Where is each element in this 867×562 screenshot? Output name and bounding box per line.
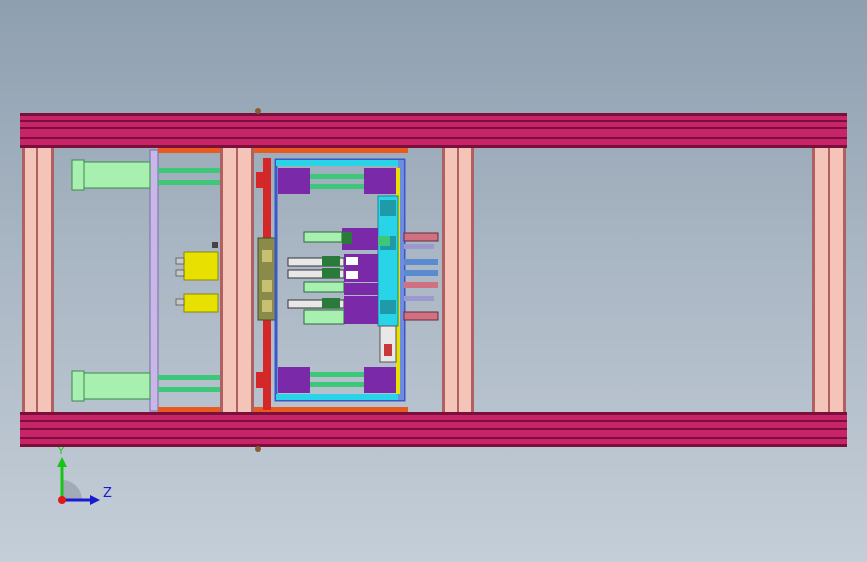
y-axis-arrow-icon [57,457,67,467]
z-axis-arrow-icon [90,495,100,505]
cad-viewport[interactable]: Y Z [0,0,867,562]
mold-core [377,195,399,363]
purple-guide-blocks-top [278,168,396,194]
coordinate-triad[interactable]: Y Z [57,446,112,505]
triad-arc [62,480,82,500]
column-far-right [812,148,846,412]
slider-module-2 [287,254,378,268]
lower-hydraulic-cylinder [71,370,220,402]
bottom-orange-bar [158,407,220,412]
slider-module-1 [303,228,390,250]
bottom-frame-rail [20,412,847,447]
column-far-left [22,148,54,412]
top-rail-pin [255,108,261,114]
red-block-bottom [256,372,266,388]
olive-sprue-blocks [257,237,277,321]
slider-module-4 [303,281,378,295]
slider-module-5 [287,296,378,310]
z-axis-label: Z [103,486,112,501]
right-ejector-pins [403,232,439,321]
purple-guide-blocks-bottom [278,367,396,393]
y-axis-label: Y [57,446,65,457]
column-left-mid [220,148,254,412]
left-lavender-plate [149,149,159,412]
column-center [442,148,474,412]
yellow-cylinder-group [175,242,219,313]
triad-origin-icon [58,496,66,504]
bottom-orange-bar-right [254,407,408,412]
red-block-top [256,172,266,188]
top-orange-bar [158,148,220,153]
slider-module-6 [303,309,378,325]
upper-hydraulic-cylinder [71,159,220,191]
top-orange-bar-right [254,148,408,153]
slider-module-3 [287,268,378,282]
bottom-rail-pin [255,446,261,452]
top-frame-rail [20,113,847,148]
